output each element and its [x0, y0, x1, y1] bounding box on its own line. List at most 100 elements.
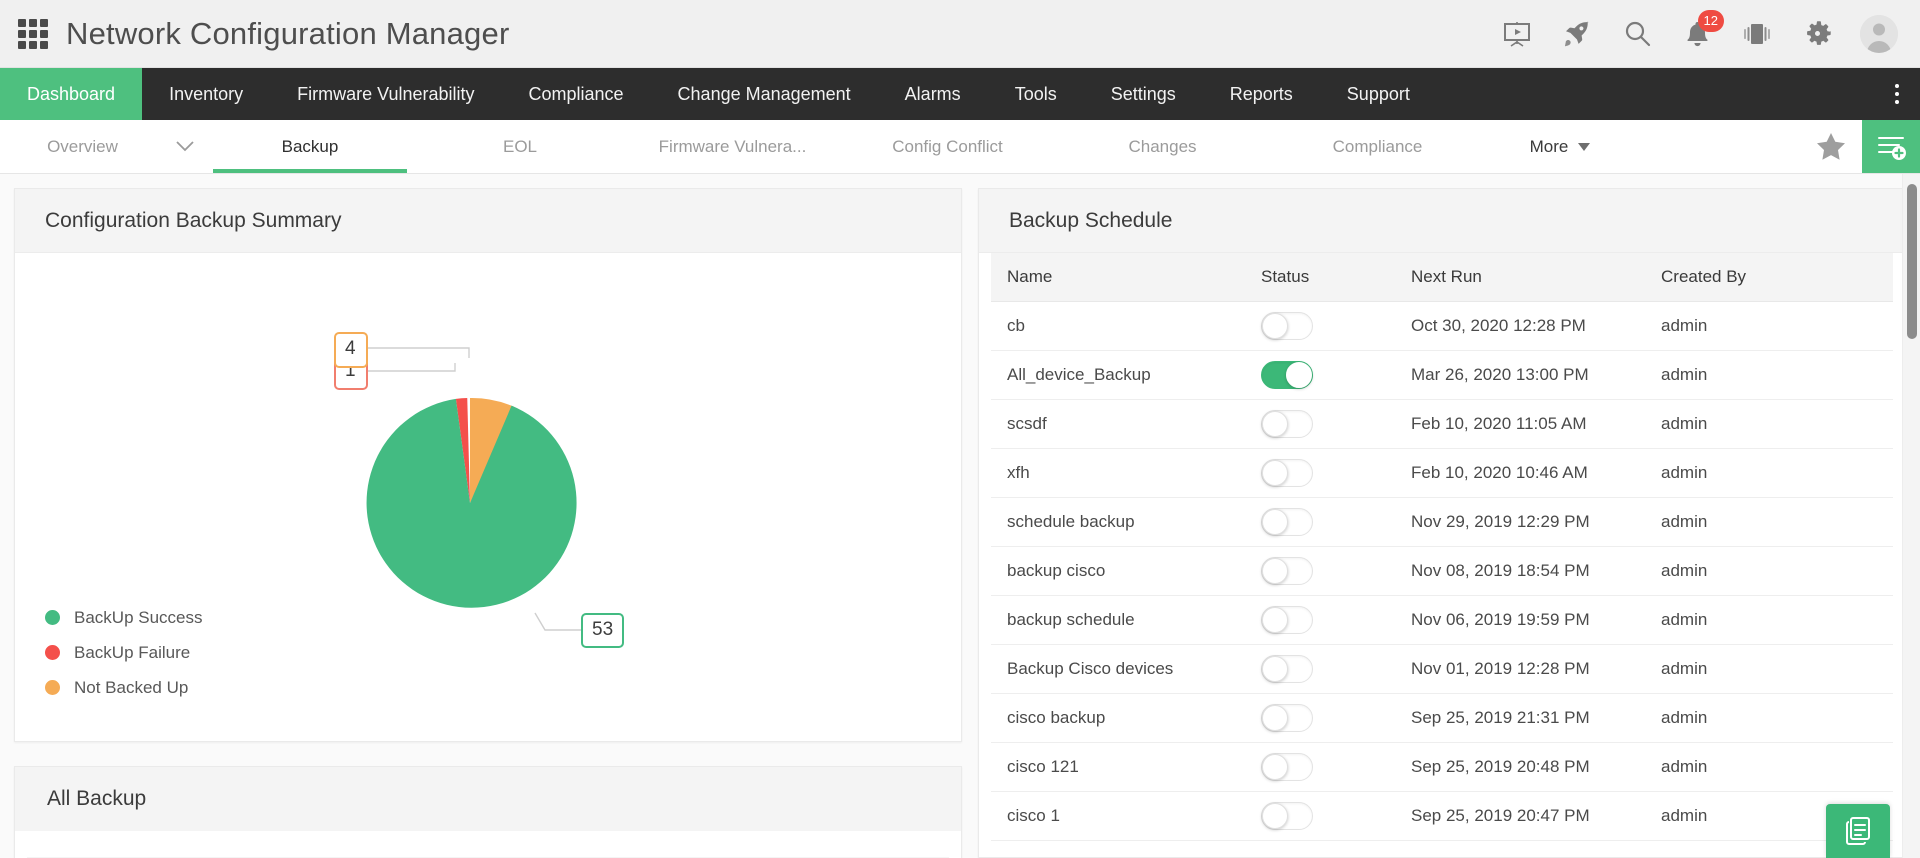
subtab-firmware-vulnerability[interactable]: Firmware Vulnera...	[625, 120, 840, 173]
nav-label: Change Management	[677, 83, 851, 104]
main-content: Configuration Backup Summary 1 4 53 Back…	[0, 174, 1920, 858]
legend-item-not-backed-up[interactable]: Not Backed Up	[45, 670, 475, 705]
app-grid-icon[interactable]	[18, 18, 48, 49]
cell-status	[1261, 350, 1411, 400]
avatar[interactable]	[1860, 14, 1898, 53]
configuration-backup-summary-card: Configuration Backup Summary 1 4 53 Back…	[14, 188, 962, 742]
page-scrollbar[interactable]	[1902, 174, 1920, 858]
subtab-label: More	[1529, 136, 1569, 156]
cell-name: backup cisco	[991, 546, 1261, 596]
presentation-icon[interactable]	[1500, 17, 1534, 51]
cell-name: All_device_Backup	[991, 350, 1261, 400]
search-icon[interactable]	[1620, 17, 1654, 51]
status-toggle[interactable]	[1261, 508, 1313, 536]
layers-icon[interactable]	[1740, 17, 1774, 51]
status-toggle[interactable]	[1261, 753, 1313, 781]
status-toggle[interactable]	[1261, 557, 1313, 585]
subtab-label: Changes	[1128, 136, 1197, 156]
cell-created-by: admin	[1661, 448, 1893, 498]
table-row[interactable]: backup cisco Nov 08, 2019 18:54 PM admin	[991, 546, 1893, 596]
rocket-icon[interactable]	[1560, 17, 1594, 51]
cell-status	[1261, 791, 1411, 841]
column-header-name[interactable]: Name	[991, 253, 1261, 302]
subtab-compliance[interactable]: Compliance	[1270, 120, 1485, 173]
status-toggle[interactable]	[1261, 410, 1313, 438]
table-row[interactable]: cisco 121 Sep 25, 2019 20:48 PM admin	[991, 742, 1893, 792]
backup-schedule-card: Backup Schedule Name Status Next Run Cre…	[978, 188, 1906, 858]
chevron-down-icon[interactable]	[165, 120, 205, 173]
status-toggle[interactable]	[1261, 361, 1313, 389]
nav-item-firmware-vulnerability[interactable]: Firmware Vulnerability	[270, 68, 501, 120]
nav-item-inventory[interactable]: Inventory	[142, 68, 270, 120]
cell-status	[1261, 448, 1411, 498]
nav-item-settings[interactable]: Settings	[1084, 68, 1203, 120]
toggle-knob	[1262, 705, 1288, 731]
cell-status	[1261, 399, 1411, 449]
status-toggle[interactable]	[1261, 312, 1313, 340]
cell-created-by: admin	[1661, 693, 1893, 743]
nav-label: Settings	[1110, 83, 1176, 104]
status-toggle[interactable]	[1261, 459, 1313, 487]
subtab-label: Config Conflict	[892, 136, 1003, 156]
table-row[interactable]: scsdf Feb 10, 2020 11:05 AM admin	[991, 399, 1893, 449]
subtab-backup[interactable]: Backup	[205, 120, 415, 173]
cell-created-by: admin	[1661, 742, 1893, 792]
legend-item-backup-failure[interactable]: BackUp Failure	[45, 635, 375, 670]
cell-status	[1261, 301, 1411, 351]
table-row[interactable]: Backup Cisco devices Nov 01, 2019 12:28 P…	[991, 644, 1893, 694]
subtab-overview[interactable]: Overview	[0, 120, 165, 173]
copy-documents-icon[interactable]	[1826, 804, 1890, 858]
table-row[interactable]: backup schedule Nov 06, 2019 19:59 PM admi…	[991, 595, 1893, 645]
toggle-knob	[1262, 460, 1288, 486]
cell-next-run: Nov 29, 2019 12:29 PM	[1411, 497, 1661, 547]
subtab-label: Overview	[47, 136, 118, 156]
column-header-next-run[interactable]: Next Run	[1411, 253, 1661, 302]
cell-created-by: admin	[1661, 301, 1893, 351]
legend-item-backup-success[interactable]: BackUp Success	[45, 600, 475, 635]
nav-item-support[interactable]: Support	[1320, 68, 1437, 120]
subtab-more[interactable]: More	[1485, 120, 1635, 173]
table-row[interactable]: cisco 1 Sep 25, 2019 20:47 PM admin	[991, 791, 1893, 841]
kebab-menu-icon[interactable]	[1874, 68, 1920, 120]
column-header-created-by[interactable]: Created By	[1661, 253, 1893, 302]
cell-created-by: admin	[1661, 399, 1893, 449]
nav-item-tools[interactable]: Tools	[988, 68, 1084, 120]
nav-label: Dashboard	[27, 83, 116, 104]
star-icon[interactable]	[1800, 120, 1862, 173]
gear-icon[interactable]	[1800, 17, 1834, 51]
subtab-changes[interactable]: Changes	[1055, 120, 1270, 173]
bell-icon[interactable]: 12	[1680, 9, 1724, 51]
add-view-icon[interactable]	[1862, 120, 1920, 173]
cell-created-by: admin	[1661, 497, 1893, 547]
nav-item-change-management[interactable]: Change Management	[651, 68, 878, 120]
status-toggle[interactable]	[1261, 802, 1313, 830]
subtab-eol[interactable]: EOL	[415, 120, 625, 173]
table-row[interactable]: xfh Feb 10, 2020 10:46 AM admin	[991, 448, 1893, 498]
subtab-label: Firmware Vulnera...	[658, 136, 807, 156]
cell-created-by: admin	[1661, 644, 1893, 694]
page-scrollbar-thumb[interactable]	[1907, 184, 1917, 339]
nav-label: Inventory	[169, 83, 244, 104]
status-toggle[interactable]	[1261, 606, 1313, 634]
table-row[interactable]: cisco backup Sep 25, 2019 21:31 PM admin	[991, 693, 1893, 743]
page-title: Network Configuration Manager	[66, 15, 510, 51]
nav-item-compliance[interactable]: Compliance	[502, 68, 651, 120]
toggle-knob	[1262, 313, 1288, 339]
nav-item-alarms[interactable]: Alarms	[878, 68, 988, 120]
cell-name: cb	[991, 301, 1261, 351]
cell-next-run: Nov 06, 2019 19:59 PM	[1411, 595, 1661, 645]
nav-item-reports[interactable]: Reports	[1203, 68, 1320, 120]
status-toggle[interactable]	[1261, 704, 1313, 732]
column-header-status[interactable]: Status	[1261, 253, 1411, 302]
top-bar: Network Configuration Manager 12	[0, 0, 1920, 68]
cell-created-by: admin	[1661, 595, 1893, 645]
table-row[interactable]: All_device_Backup Mar 26, 2020 13:00 PM ad…	[991, 350, 1893, 400]
notification-badge: 12	[1697, 9, 1724, 32]
subtab-config-conflict[interactable]: Config Conflict	[840, 120, 1055, 173]
status-toggle[interactable]	[1261, 655, 1313, 683]
table-row[interactable]: schedule backup Nov 29, 2019 12:29 PM admi…	[991, 497, 1893, 547]
nav-item-dashboard[interactable]: Dashboard	[0, 68, 143, 120]
table-row[interactable]: cb Oct 30, 2020 12:28 PM admin	[991, 301, 1893, 351]
cell-next-run: Feb 10, 2020 10:46 AM	[1411, 448, 1661, 498]
legend-color-swatch	[45, 610, 60, 625]
